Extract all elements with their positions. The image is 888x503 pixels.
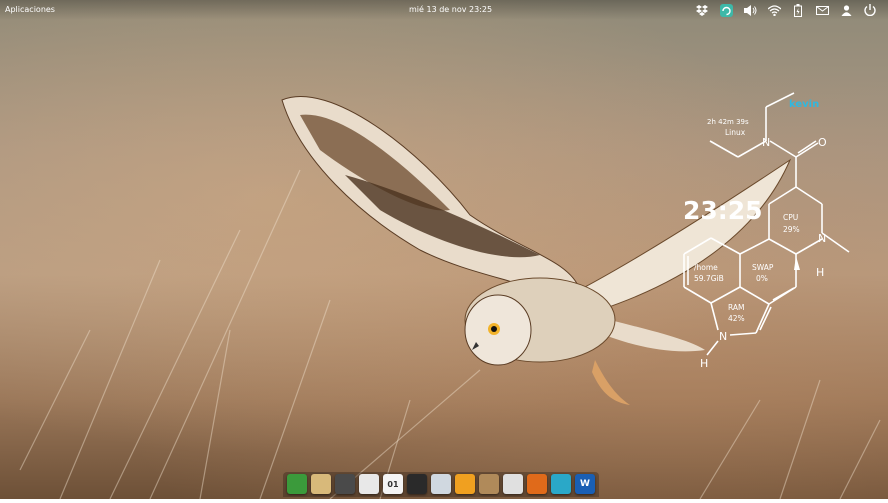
dock-files-launcher[interactable] [503, 474, 523, 494]
power-indicator[interactable] [858, 2, 882, 18]
user-indicator[interactable] [834, 2, 858, 18]
calendar-icon: 01 [387, 479, 399, 489]
wifi-indicator[interactable] [762, 2, 786, 18]
volume-indicator[interactable] [738, 2, 762, 18]
writer-icon: W [580, 479, 590, 489]
dock-archive-launcher[interactable] [479, 474, 499, 494]
indicator-area [690, 2, 882, 18]
panel-clock[interactable]: mié 13 de nov 23:25 [409, 5, 492, 14]
dock-rss-launcher[interactable] [455, 474, 475, 494]
dock-software-center-launcher[interactable] [287, 474, 307, 494]
update-indicator[interactable] [714, 2, 738, 18]
desktop-wallpaper [0, 0, 888, 500]
dock-writer-launcher[interactable]: W [575, 474, 595, 494]
dock-chat-launcher[interactable] [359, 474, 379, 494]
owl-image [281, 96, 792, 405]
top-panel: Aplicaciones mié 13 de nov 23:25 [0, 0, 888, 20]
battery-icon [794, 3, 802, 17]
update-icon [719, 3, 733, 17]
dock-monitor-launcher[interactable] [551, 474, 571, 494]
mail-indicator[interactable] [810, 2, 834, 18]
dropbox-indicator[interactable] [690, 2, 714, 18]
volume-icon [743, 4, 756, 16]
battery-indicator[interactable] [786, 2, 810, 18]
power-icon [864, 4, 876, 16]
applications-menu[interactable]: Aplicaciones [5, 5, 55, 14]
user-icon [841, 4, 851, 16]
dock-video-launcher[interactable] [407, 474, 427, 494]
dock-settings-launcher[interactable] [335, 474, 355, 494]
dock-notes-launcher[interactable] [311, 474, 331, 494]
dock: 01 W [283, 472, 599, 497]
mail-icon [815, 5, 829, 15]
dock-firefox-launcher[interactable] [527, 474, 547, 494]
dropbox-icon [696, 4, 708, 16]
dock-photos-launcher[interactable] [431, 474, 451, 494]
dock-calendar-launcher[interactable]: 01 [383, 474, 403, 494]
wifi-icon [767, 4, 781, 16]
